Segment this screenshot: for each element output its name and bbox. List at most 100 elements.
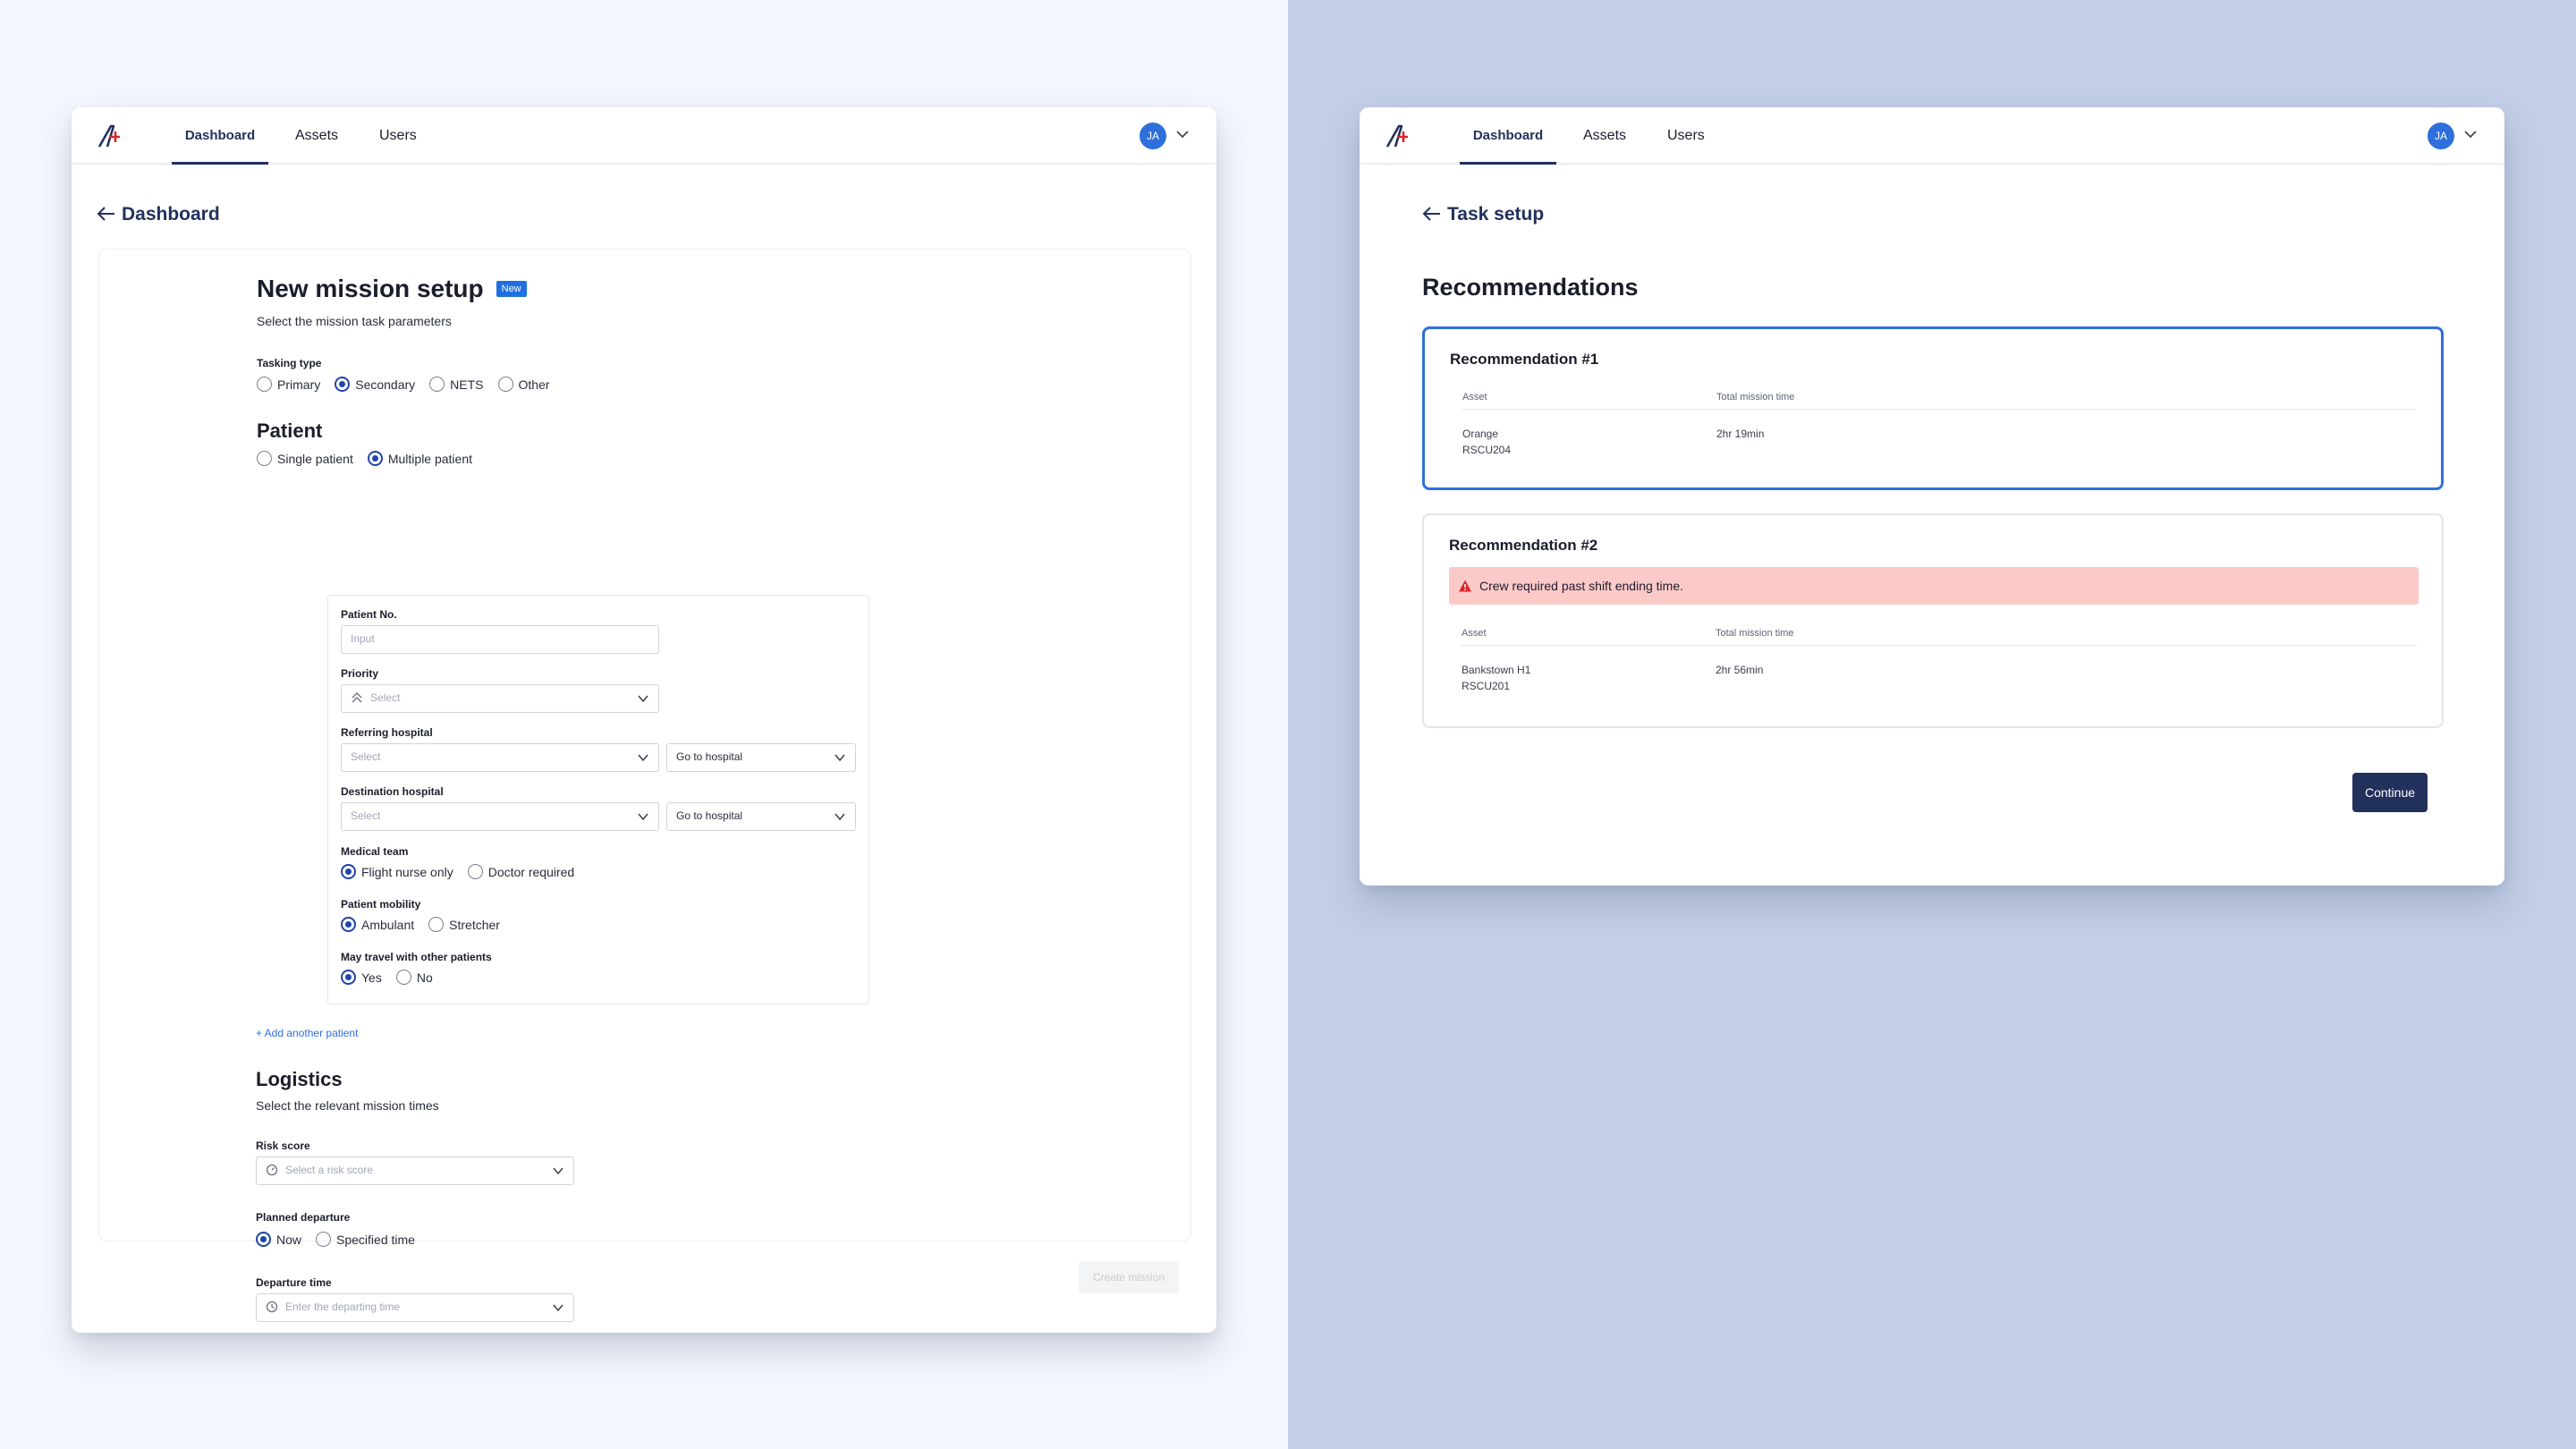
recommendation-title: Recommendation #1: [1450, 351, 1599, 368]
page-subtitle: Select the mission task parameters: [257, 314, 452, 328]
tasking-primary-radio[interactable]: Primary: [257, 377, 320, 392]
create-mission-button[interactable]: Create mission: [1079, 1261, 1179, 1293]
total-time-cell: 2hr 19min: [1716, 428, 1765, 440]
avatar[interactable]: JA: [1140, 123, 1166, 149]
referring-hospital-label: Referring hospital: [341, 726, 433, 739]
asset-cell: Bankstown H1 RSCU201: [1462, 662, 1530, 694]
departure-now-radio[interactable]: Now: [256, 1232, 301, 1247]
top-nav: Dashboard Assets Users JA: [72, 107, 1216, 165]
logo-icon[interactable]: [97, 123, 125, 148]
doctor-required-radio[interactable]: Doctor required: [467, 864, 574, 879]
recommendation-title: Recommendation #2: [1449, 537, 1598, 554]
divider: [1462, 409, 2416, 410]
asset-cell: Orange RSCU204: [1462, 426, 1511, 458]
avatar[interactable]: JA: [2428, 123, 2454, 149]
back-label: Dashboard: [122, 204, 220, 225]
total-time-column-header: Total mission time: [1716, 392, 1795, 402]
destination-hospital-select[interactable]: Select: [341, 802, 659, 831]
tasking-secondary-radio[interactable]: Secondary: [335, 377, 415, 392]
arrow-left-icon: [1422, 207, 1440, 221]
travel-yes-radio[interactable]: Yes: [341, 970, 382, 985]
recommendation-card-2[interactable]: Recommendation #2 Crew required past shi…: [1422, 513, 2444, 728]
medical-team-group: Flight nurse only Doctor required: [341, 864, 589, 879]
flight-nurse-radio[interactable]: Flight nurse only: [341, 864, 453, 879]
nav-tab-users[interactable]: Users: [1667, 107, 1705, 165]
departure-time-input[interactable]: Enter the departing time: [256, 1293, 574, 1322]
chevron-down-icon: [835, 813, 845, 821]
tasking-type-label: Tasking type: [257, 357, 322, 369]
chevron-down-icon[interactable]: [2463, 127, 2478, 141]
page-title: New mission setup: [257, 275, 484, 302]
continue-button[interactable]: Continue: [2352, 773, 2428, 812]
priority-select[interactable]: Select: [341, 684, 659, 713]
add-another-patient-link[interactable]: + Add another patient: [256, 1027, 358, 1039]
patient-details-box: Patient No. Input Priority Select Referr…: [327, 595, 869, 1004]
travel-with-others-group: Yes No: [341, 970, 447, 985]
destination-hospital-label: Destination hospital: [341, 785, 444, 798]
back-link[interactable]: Task setup: [1422, 204, 1544, 225]
patient-heading: Patient: [257, 419, 323, 442]
tasking-type-group: Primary Secondary NETS Other: [257, 377, 564, 392]
risk-score-label: Risk score: [256, 1140, 310, 1152]
travel-no-radio[interactable]: No: [395, 970, 433, 985]
multiple-patient-radio[interactable]: Multiple patient: [367, 451, 472, 466]
priority-label: Priority: [341, 667, 379, 680]
total-time-cell: 2hr 56min: [1716, 664, 1764, 676]
new-badge: New: [496, 281, 527, 297]
nav-tab-dashboard[interactable]: Dashboard: [1460, 107, 1556, 165]
clock-icon: [266, 1301, 278, 1313]
patient-mobility-label: Patient mobility: [341, 898, 421, 911]
divider: [1462, 645, 2417, 646]
asset-name: Bankstown H1: [1462, 664, 1531, 676]
travel-with-others-label: May travel with other patients: [341, 951, 492, 963]
planned-departure-group: Now Specified time: [256, 1232, 429, 1247]
nav-tab-users[interactable]: Users: [379, 107, 417, 165]
planned-departure-label: Planned departure: [256, 1211, 351, 1224]
logo-icon[interactable]: [1385, 123, 1413, 148]
destination-go-to-hospital-select[interactable]: Go to hospital: [666, 802, 856, 831]
medical-team-label: Medical team: [341, 845, 409, 858]
patient-mobility-group: Ambulant Stretcher: [341, 917, 514, 932]
patient-no-input[interactable]: Input: [341, 625, 659, 654]
recommendation-card-1[interactable]: Recommendation #1 Asset Total mission ti…: [1422, 326, 2444, 490]
tasking-nets-radio[interactable]: NETS: [429, 377, 484, 392]
logistics-heading: Logistics: [256, 1068, 343, 1090]
total-time-column-header: Total mission time: [1716, 628, 1794, 639]
chevron-down-icon: [638, 695, 648, 703]
asset-code: RSCU201: [1462, 680, 1511, 692]
asset-column-header: Asset: [1462, 628, 1487, 639]
referring-hospital-select[interactable]: Select: [341, 743, 659, 772]
ambulant-radio[interactable]: Ambulant: [341, 917, 414, 932]
risk-score-select[interactable]: Select a risk score: [256, 1157, 574, 1185]
logistics-subtitle: Select the relevant mission times: [256, 1098, 439, 1113]
chevron-down-icon: [638, 754, 648, 762]
tasking-other-radio[interactable]: Other: [497, 377, 550, 392]
back-label: Task setup: [1447, 204, 1545, 225]
departure-time-label: Departure time: [256, 1276, 332, 1289]
chevron-down-icon: [638, 813, 648, 821]
nav-tab-dashboard[interactable]: Dashboard: [172, 107, 268, 165]
nav-tab-assets[interactable]: Assets: [295, 107, 338, 165]
back-link[interactable]: Dashboard: [97, 204, 220, 225]
priority-icon: [352, 692, 362, 703]
chevron-down-icon: [835, 754, 845, 762]
asset-column-header: Asset: [1462, 392, 1487, 402]
asset-code: RSCU204: [1462, 444, 1512, 456]
recommendations-heading: Recommendations: [1422, 274, 1639, 301]
arrow-left-icon: [97, 207, 114, 221]
chevron-down-icon[interactable]: [1175, 127, 1190, 141]
risk-icon: [266, 1164, 278, 1176]
departure-specified-radio[interactable]: Specified time: [316, 1232, 415, 1247]
chevron-down-icon: [553, 1167, 564, 1175]
stretcher-radio[interactable]: Stretcher: [428, 917, 500, 932]
shift-warning-alert: Crew required past shift ending time.: [1449, 567, 2419, 605]
patient-count-group: Single patient Multiple patient: [257, 451, 487, 466]
mission-setup-window: Dashboard Assets Users JA Dashboard New …: [72, 107, 1216, 1333]
top-nav: Dashboard Assets Users JA: [1360, 107, 2504, 165]
nav-tab-assets[interactable]: Assets: [1583, 107, 1626, 165]
warning-text: Crew required past shift ending time.: [1479, 579, 1683, 593]
asset-name: Orange: [1462, 428, 1499, 440]
referring-go-to-hospital-select[interactable]: Go to hospital: [666, 743, 856, 772]
warning-icon: [1459, 580, 1471, 592]
single-patient-radio[interactable]: Single patient: [257, 451, 353, 466]
